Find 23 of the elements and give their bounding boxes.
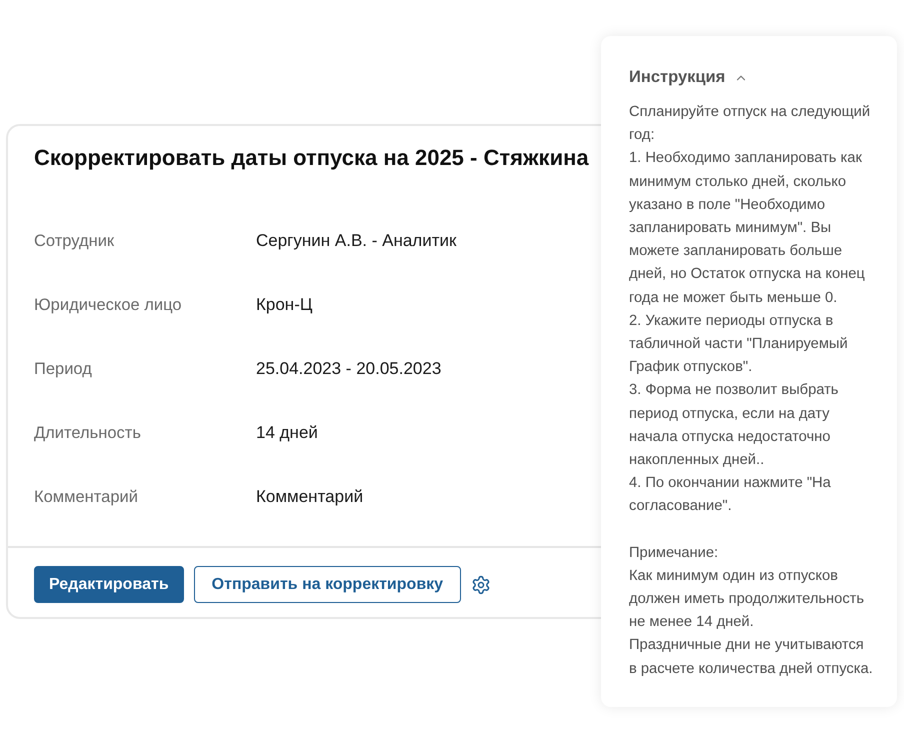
panel-title: Инструкция	[629, 68, 726, 87]
field-label: Длительность	[34, 424, 142, 442]
instruction-text: Праздничные дни не учитываются в расчете количества дней отпуска.	[629, 636, 873, 679]
instruction-text: 1. Необходимо запланировать как минимум столько дней, сколько указано в поле "Необходимо запланировать минимум". Вы можете запланировать больше дней, но Остаток отпуска на конец года не может быть меньше 0.	[629, 149, 866, 308]
field-label: Период	[34, 360, 93, 378]
instruction-text: 2. Укажите периоды отпуска в табличной части "Планируемый График отпусков".	[629, 312, 849, 378]
field-label: Комментарий	[34, 488, 139, 506]
instruction-text: 4. По окончании нажмите "На согласование".	[629, 474, 832, 516]
field-label: Юридическое лицо	[34, 296, 183, 314]
send-button[interactable]: Отправить на корректировку	[194, 566, 462, 603]
field-value: Крон-Ц	[256, 295, 312, 315]
instruction-text: Примечание:	[629, 544, 720, 563]
instruction-text: Как минимум один из отпусков должен иметь продолжительность не менее 14 дней.	[629, 566, 866, 632]
instruction-text: Спланируйте отпуск на следующий год:	[629, 103, 872, 146]
field-label: Сотрудник	[34, 232, 116, 250]
edit-button[interactable]: Редактировать	[34, 566, 184, 603]
card-title: Скорректировать даты отпуска на 2025 - Стяжкина	[34, 144, 589, 172]
field-value: 25.04.2023 - 20.05.2023	[256, 359, 442, 379]
instruction-text: 3. Форма не позволит выбрать период отпуска, если на дату начала отпуска недостаточно накопленных дней..	[629, 381, 840, 470]
field-value: 14 дней	[256, 423, 318, 443]
settings-icon[interactable]	[471, 574, 492, 594]
field-value: Сергунин А.В. - Аналитик	[256, 231, 456, 251]
field-value: Комментарий	[256, 487, 364, 507]
